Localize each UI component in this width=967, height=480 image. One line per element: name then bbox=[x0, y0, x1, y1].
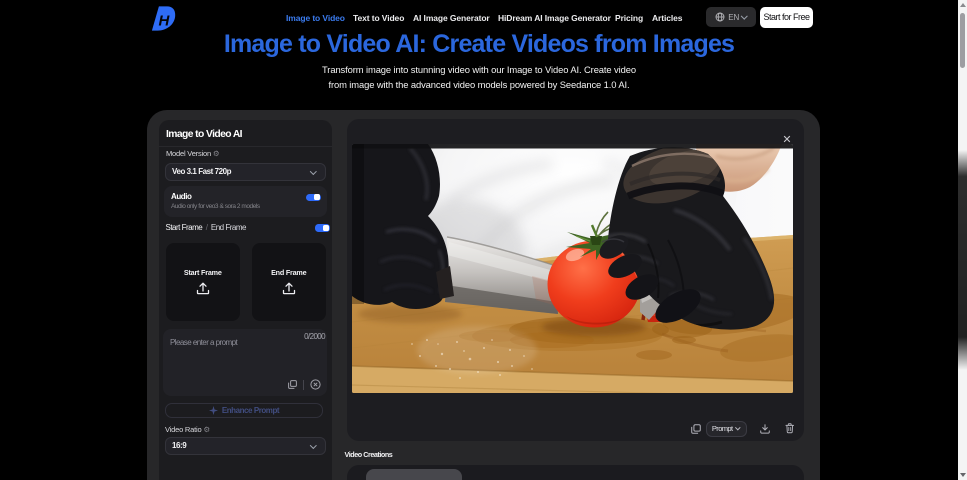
svg-text:H: H bbox=[158, 12, 170, 29]
